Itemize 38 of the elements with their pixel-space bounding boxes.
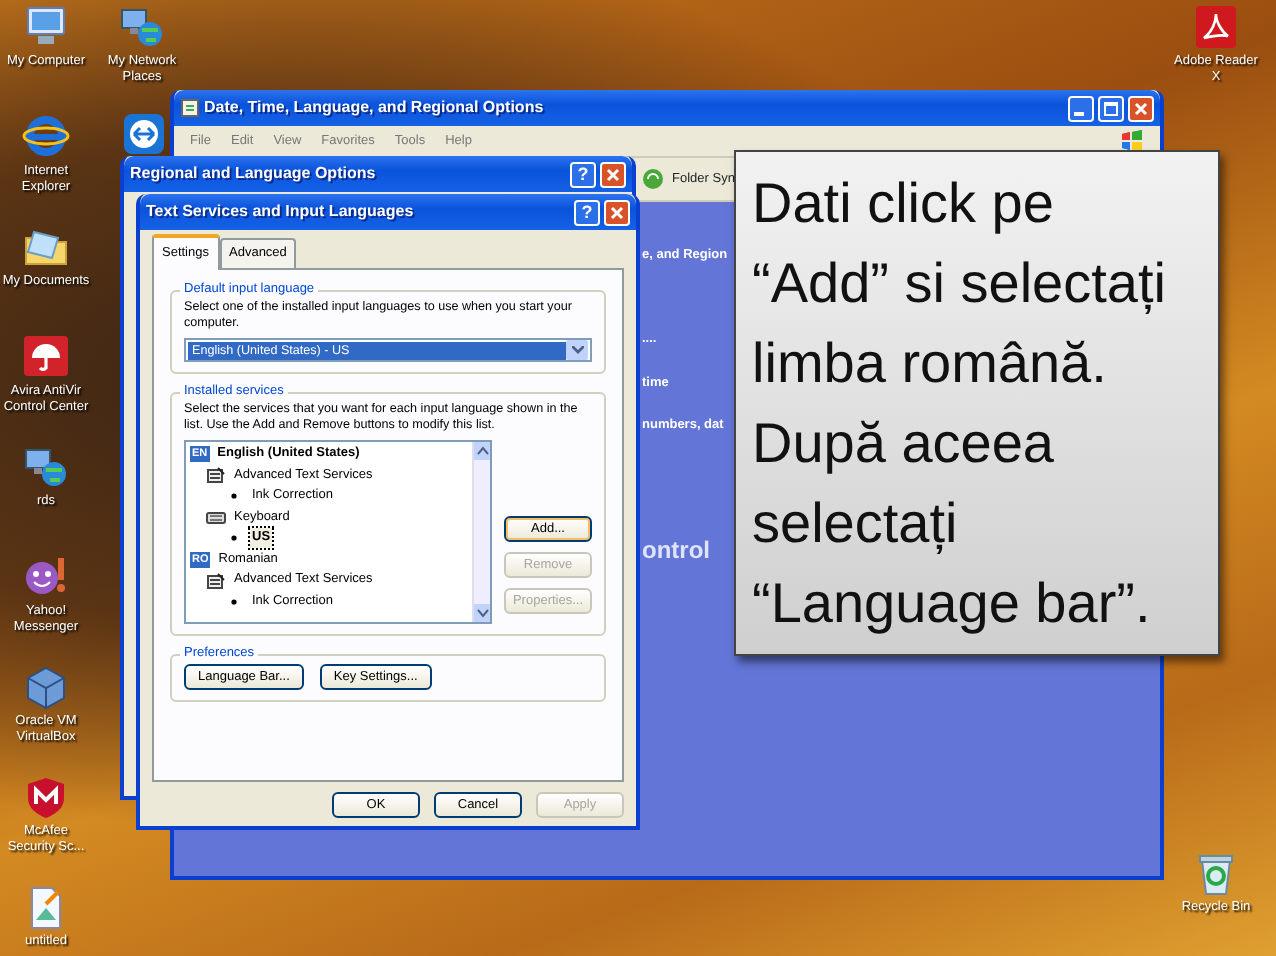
panel-title: ontrol bbox=[642, 534, 710, 568]
scrollbar[interactable] bbox=[472, 442, 490, 622]
scroll-up-icon[interactable] bbox=[474, 442, 490, 460]
umbrella-icon bbox=[22, 334, 70, 380]
callout-text: Dati click pe “Add” si selectați limba română. După aceea selectați “Language bar”. bbox=[752, 170, 1168, 638]
network-icon bbox=[22, 444, 70, 490]
maximize-button[interactable] bbox=[1098, 95, 1124, 121]
app-icon bbox=[120, 110, 168, 156]
bullet-icon bbox=[230, 492, 238, 501]
close-button[interactable] bbox=[600, 161, 626, 187]
browser-icon bbox=[22, 114, 70, 160]
close-icon bbox=[610, 205, 624, 219]
document-icon bbox=[1192, 4, 1240, 50]
text-services-icon bbox=[206, 466, 226, 485]
close-button[interactable] bbox=[1128, 95, 1154, 121]
network-icon bbox=[118, 4, 166, 50]
window-title: Date, Time, Language, and Regional Options bbox=[204, 96, 546, 120]
bullet-icon bbox=[230, 597, 238, 606]
help-button[interactable]: ? bbox=[574, 199, 600, 225]
cube-icon bbox=[22, 664, 70, 710]
keyboard-icon bbox=[206, 508, 226, 527]
maximize-icon bbox=[1104, 101, 1118, 115]
minimize-button[interactable] bbox=[1068, 95, 1094, 121]
smiley-icon bbox=[22, 554, 70, 600]
dialog-title: Text Services and Input Languages bbox=[146, 200, 416, 224]
scroll-down-icon[interactable] bbox=[474, 604, 490, 622]
dialog-title: Regional and Language Options bbox=[130, 162, 378, 186]
bullet-icon bbox=[230, 534, 238, 543]
sync-icon bbox=[642, 168, 664, 190]
shield-icon bbox=[22, 774, 70, 820]
close-icon bbox=[606, 167, 620, 181]
desktop-shortcut[interactable] bbox=[120, 110, 168, 158]
monitor-icon bbox=[22, 4, 70, 50]
help-button[interactable]: ? bbox=[570, 161, 596, 187]
close-button[interactable] bbox=[604, 199, 630, 225]
window-icon bbox=[180, 98, 200, 118]
close-icon bbox=[1134, 101, 1148, 115]
text-services-icon bbox=[206, 571, 226, 590]
